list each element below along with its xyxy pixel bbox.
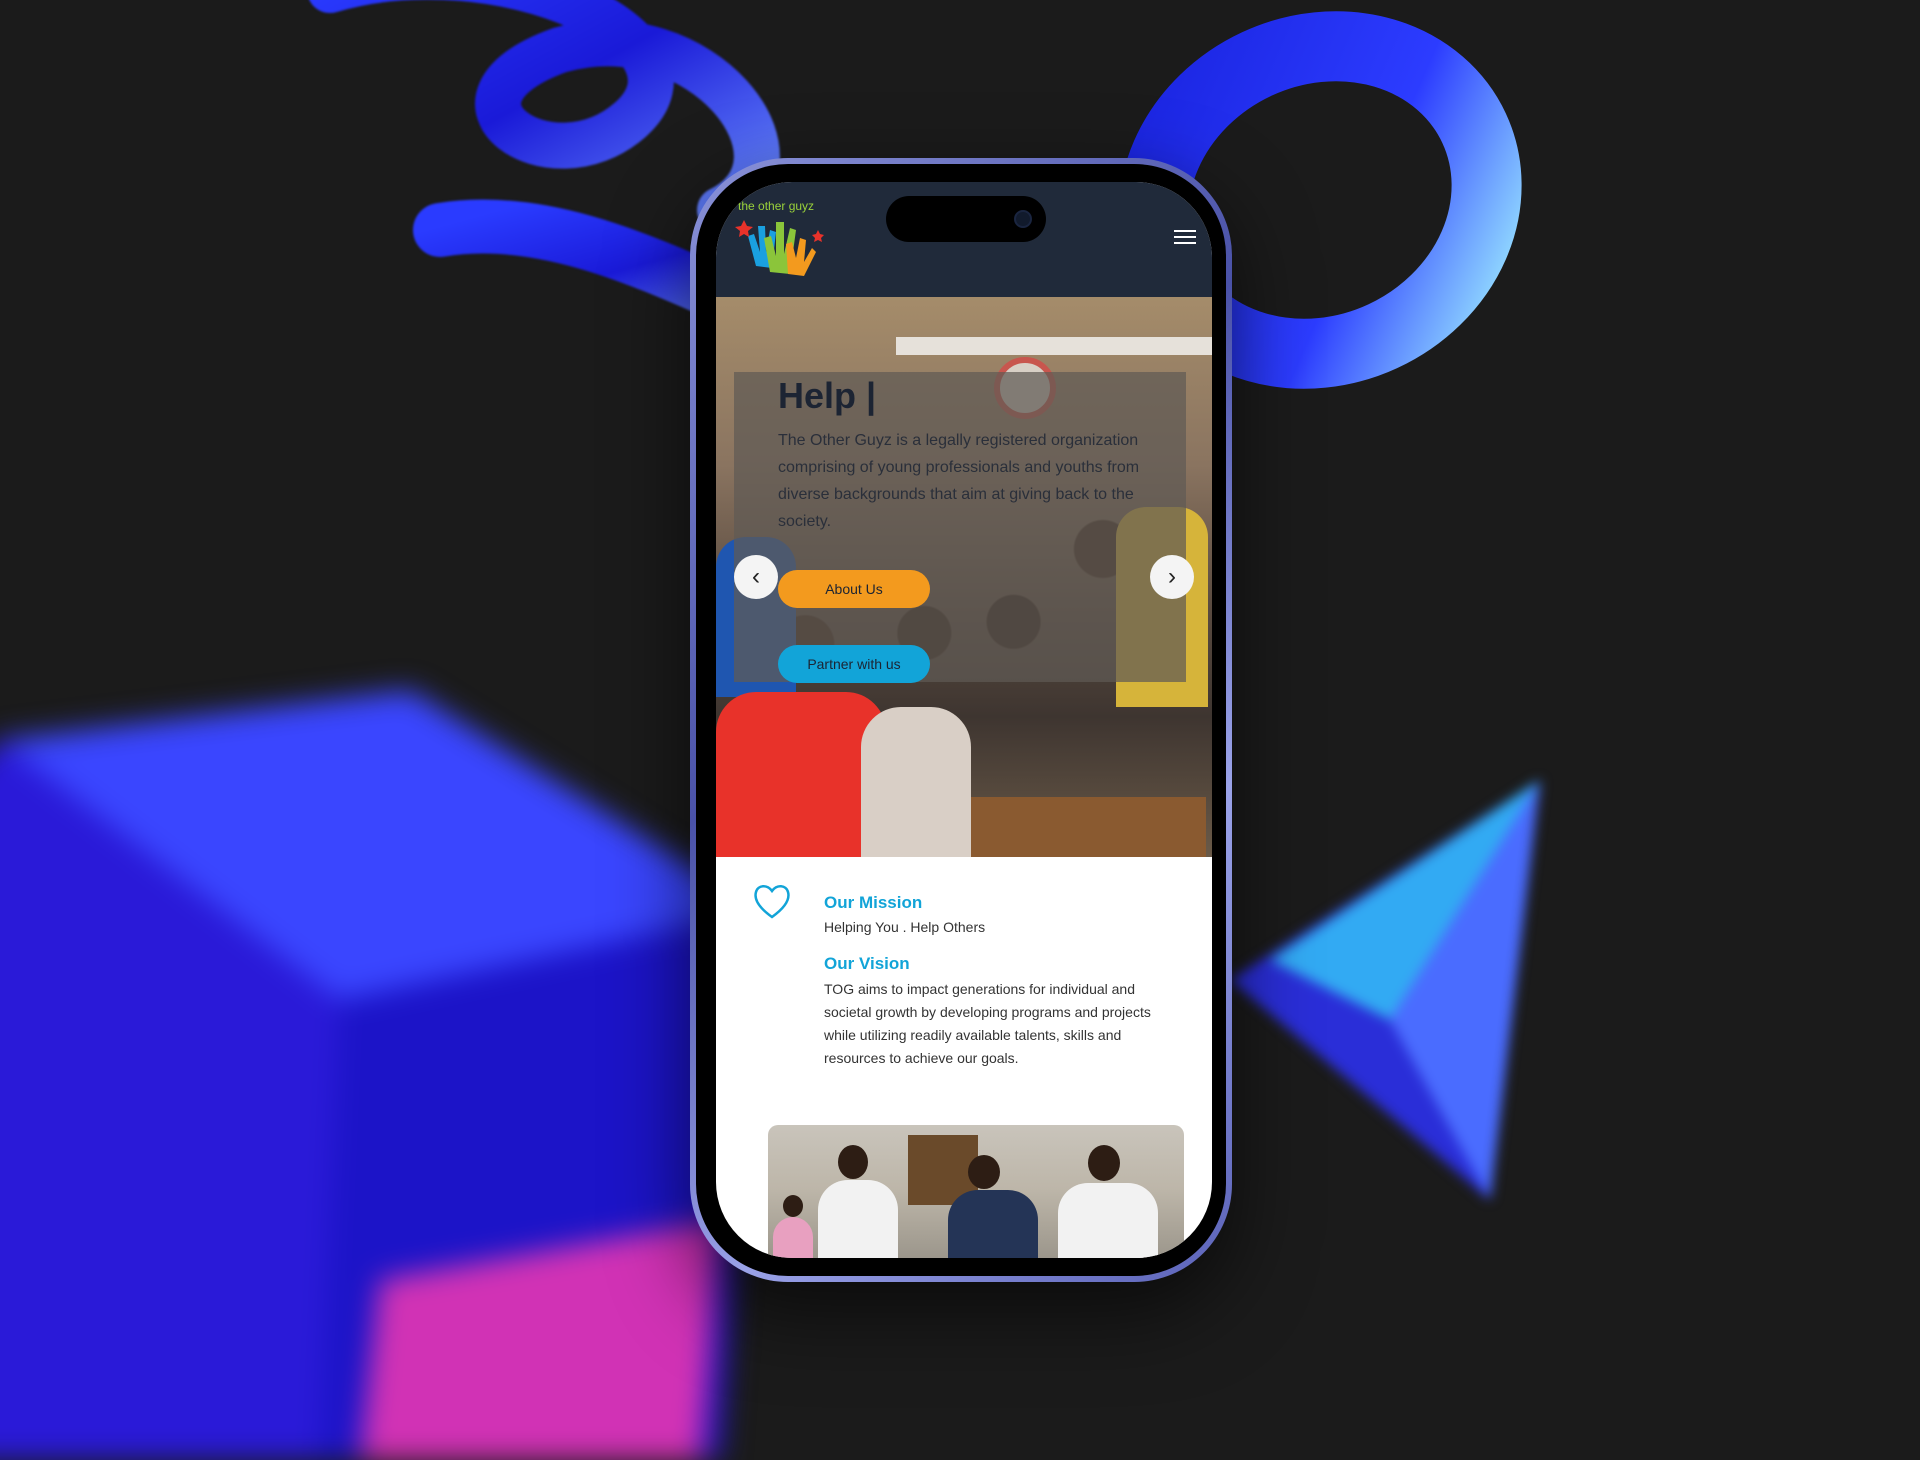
- community-photo-person: [948, 1190, 1038, 1258]
- community-photo: [768, 1125, 1184, 1258]
- phone-mockup: the other guyz Help | The Other Guyz is …: [690, 158, 1232, 1282]
- phone-screen: the other guyz Help | The Other Guyz is …: [716, 182, 1212, 1258]
- decorative-pyramid-shape: [1230, 780, 1540, 1200]
- community-photo-person: [818, 1180, 898, 1258]
- community-photo-person: [838, 1145, 868, 1179]
- vision-text: TOG aims to impact generations for indiv…: [824, 981, 1151, 1066]
- menu-line: [1174, 230, 1196, 232]
- hero-text-overlay: Help | The Other Guyz is a legally regis…: [734, 372, 1186, 683]
- hero-title: Help |: [778, 375, 877, 416]
- community-photo-child: [773, 1217, 813, 1258]
- partner-with-us-button[interactable]: Partner with us: [778, 645, 930, 683]
- hero-photo-window: [896, 337, 1212, 355]
- mission-text: Helping You . Help Others: [824, 919, 986, 935]
- community-photo-person: [1088, 1145, 1120, 1181]
- about-us-button[interactable]: About Us: [778, 570, 930, 608]
- carousel-prev-button[interactable]: ‹: [734, 555, 778, 599]
- phone-bezel: the other guyz Help | The Other Guyz is …: [696, 164, 1226, 1276]
- mission-title: Our Mission: [824, 893, 923, 912]
- brand-logo-hands-icon[interactable]: the other guyz: [734, 196, 830, 280]
- hamburger-menu-button[interactable]: [1172, 226, 1198, 248]
- community-photo-person: [1058, 1183, 1158, 1258]
- dynamic-island: [886, 196, 1046, 242]
- hero-photo-person: [861, 707, 971, 857]
- hero-description: The Other Guyz is a legally registered o…: [778, 432, 1140, 530]
- community-photo-person: [968, 1155, 1000, 1189]
- heart-icon: [754, 885, 790, 919]
- menu-line: [1174, 242, 1196, 244]
- community-photo-child: [783, 1195, 803, 1217]
- hero-carousel: Help | The Other Guyz is a legally regis…: [716, 297, 1212, 857]
- svg-text:the other guyz: the other guyz: [738, 199, 814, 213]
- camera-icon: [1014, 210, 1032, 228]
- carousel-next-button[interactable]: ›: [1150, 555, 1194, 599]
- vision-title: Our Vision: [824, 954, 910, 973]
- menu-line: [1174, 236, 1196, 238]
- mission-vision-section: Our Mission Helping You . Help Others Ou…: [716, 857, 1212, 1107]
